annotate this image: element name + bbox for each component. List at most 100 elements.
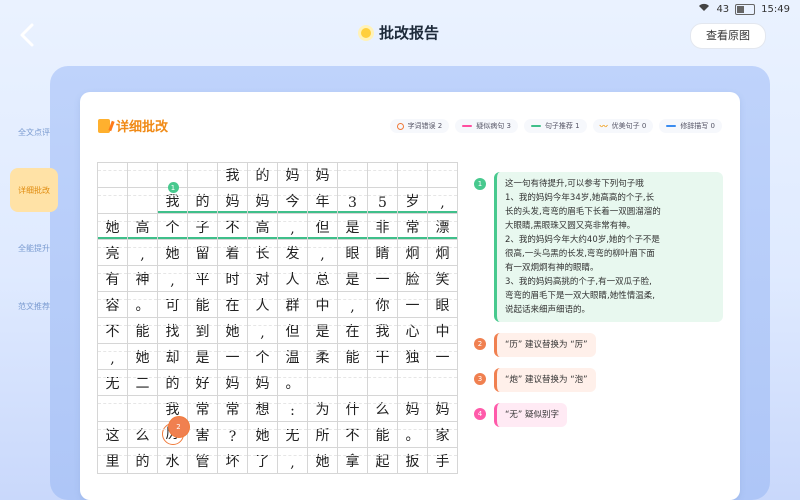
essay-char: 坏 xyxy=(225,454,240,470)
essay-char: 她 xyxy=(315,454,330,470)
essay-char: 却 xyxy=(165,350,180,366)
essay-char: 么 xyxy=(135,428,150,444)
grid-cell: 常 xyxy=(398,214,428,240)
grid-cell: 里 xyxy=(98,448,128,474)
essay-char: 的 xyxy=(165,376,180,392)
essay-char: 。 xyxy=(405,428,420,444)
wave-icon: 〰 xyxy=(599,121,608,131)
note-number: 3 xyxy=(474,373,486,385)
essay-char: 眼 xyxy=(435,298,450,314)
grid-cell: 想 xyxy=(248,396,278,422)
note-line: 1、我的妈妈今年34岁,她高高的个子,长 xyxy=(505,193,655,203)
grid-cell: 无 xyxy=(278,422,308,448)
essay-char: 这 xyxy=(105,428,120,444)
legend-item-word-error[interactable]: 字词错误 2 xyxy=(389,119,450,133)
note-line: 很高,一头乌黑的长发,弯弯的柳叶眉下面 xyxy=(505,249,655,259)
legend-item-sentence-suggestion[interactable]: 句子推荐 1 xyxy=(523,119,587,133)
title-dot-icon xyxy=(360,27,371,38)
view-original-button[interactable]: 查看原图 xyxy=(690,23,766,49)
grid-cell: , xyxy=(158,266,188,292)
essay-char: 炯 xyxy=(405,246,420,262)
grid-cell xyxy=(308,370,338,396)
battery-level: 43 xyxy=(716,3,730,15)
grid-cell xyxy=(128,396,158,422)
essay-grid: 我的妈妈我1的妈妈今年35岁,她高个子不高,但是非常漂亮,她留着长发,眼睛炯炯有… xyxy=(97,162,459,474)
note-marker-1[interactable]: 1 xyxy=(167,182,179,193)
grid-cell: 但 xyxy=(308,214,338,240)
grid-cell: 她 xyxy=(128,344,158,370)
grid-cell: 害 xyxy=(188,422,218,448)
grid-cell: 常 xyxy=(218,396,248,422)
essay-char: 扳 xyxy=(405,454,420,470)
underline-icon xyxy=(530,125,541,127)
grid-cell: 笑 xyxy=(428,266,458,292)
note-marker-2[interactable]: 2 xyxy=(167,416,190,438)
legend-item-suspect-sentence[interactable]: 疑似病句 3 xyxy=(455,119,518,133)
essay-char: 是 xyxy=(345,272,360,288)
grid-cell: 了 xyxy=(248,448,278,474)
essay-char: 人 xyxy=(255,298,270,314)
sidebar-item-model-essays[interactable]: 范文推荐 xyxy=(10,284,58,328)
grid-cell: 所 xyxy=(308,422,338,448)
essay-grid-viewport[interactable]: 我的妈妈我1的妈妈今年35岁,她高个子不高,但是非常漂亮,她留着长发,眼睛炯炯有… xyxy=(97,162,459,486)
grid-cell: 她 xyxy=(308,448,338,474)
grid-cell: , xyxy=(128,240,158,266)
essay-char: 里 xyxy=(105,454,120,470)
grid-cell: 不 xyxy=(98,318,128,344)
grid-cell: 一 xyxy=(398,292,428,318)
note-item[interactable]: 4 “无” 疑似别字 xyxy=(470,402,730,427)
grid-cell: 妈 xyxy=(248,188,278,214)
legend: 字词错误 2 疑似病句 3 句子推荐 1 〰 优美句子 0 修辞描写 0 xyxy=(389,119,722,133)
essay-char: 眼 xyxy=(345,246,360,262)
essay-char: 中 xyxy=(435,324,450,340)
sidebar-item-overall-comment[interactable]: 全文点评 xyxy=(10,110,58,154)
grid-cell: 的 xyxy=(188,188,218,214)
sidebar-item-improvement[interactable]: 全能提升 xyxy=(10,226,58,270)
sidebar: 全文点评 详细批改 全能提升 范文推荐 xyxy=(10,110,58,342)
sidebar-item-detailed-correction[interactable]: 详细批改 xyxy=(10,168,58,212)
note-item[interactable]: 1 这一句有待提升,可以参考下列句子哦 1、我的妈妈今年34岁,她高高的个子,长 长的… xyxy=(470,172,730,322)
grid-cell xyxy=(128,188,158,214)
essay-char: 能 xyxy=(135,324,150,340)
pencil-note-icon xyxy=(98,118,110,133)
essay-char: 妈 xyxy=(435,402,450,418)
essay-char: , xyxy=(170,273,175,289)
grid-cell: 妈 xyxy=(278,162,308,188)
grid-cell: 二 xyxy=(128,370,158,396)
note-body: “无” 疑似别字 xyxy=(494,403,568,427)
essay-char: 炯 xyxy=(435,246,450,262)
essay-char: 什 xyxy=(345,402,360,418)
essay-char: 总 xyxy=(315,272,330,288)
note-line: 长的头发,弯弯的眉毛下长着一双圆溜溜的 xyxy=(505,207,661,217)
legend-item-rhetoric[interactable]: 修辞描写 0 xyxy=(659,119,722,133)
essay-char: 今 xyxy=(285,194,300,210)
note-item[interactable]: 3 “炮” 建议替换为 “泡” xyxy=(470,367,730,392)
essay-char: 好 xyxy=(195,376,210,392)
legend-item-beautiful-sentence[interactable]: 〰 优美句子 0 xyxy=(592,119,654,133)
wifi-icon xyxy=(698,3,710,15)
grid-cell: 群 xyxy=(278,292,308,318)
note-line: 大眼睛,黑眼珠又圆又亮非常有神。 xyxy=(505,221,636,231)
essay-char: 管 xyxy=(195,454,210,470)
grid-cell: 拿 xyxy=(338,448,368,474)
essay-char: 常 xyxy=(195,402,210,418)
grid-cell xyxy=(98,396,128,422)
grid-cell xyxy=(428,370,458,396)
essay-char: 高 xyxy=(255,220,270,236)
header: 批改报告 xyxy=(0,22,800,43)
grid-cell: , xyxy=(278,214,308,240)
grid-cell: 炯 xyxy=(398,240,428,266)
grid-cell: 个 xyxy=(158,214,188,240)
essay-char: 但 xyxy=(285,324,300,340)
essay-char: 妈 xyxy=(315,168,330,184)
grid-cell: 3 xyxy=(338,188,368,214)
essay-char: 无 xyxy=(285,428,300,444)
grid-cell: 么 xyxy=(128,422,158,448)
essay-char: 为 xyxy=(315,402,330,418)
grid-cell: 是 xyxy=(308,318,338,344)
note-item[interactable]: 2 “历” 建议替换为 “厉” xyxy=(470,332,730,357)
grid-cell: 无 xyxy=(98,370,128,396)
grid-cell: 妈 xyxy=(218,370,248,396)
essay-char: 。 xyxy=(285,376,300,392)
note-line: 有一双炯炯有神的眼睛。 xyxy=(505,263,599,273)
